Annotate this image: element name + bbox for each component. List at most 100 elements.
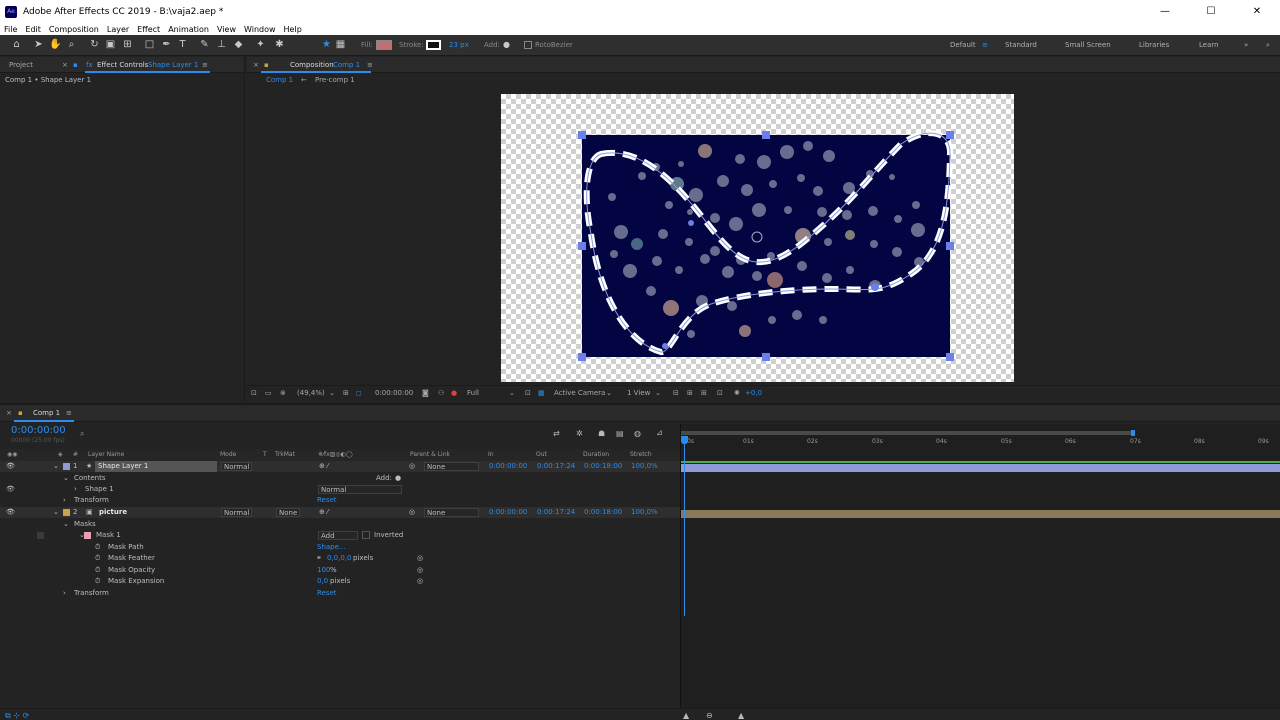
shape1-visibility-icon[interactable]: 👁 xyxy=(6,484,15,495)
expression-pickwhip-icon[interactable]: ◎ xyxy=(417,553,423,564)
layer1-label-color[interactable] xyxy=(63,463,70,470)
work-area-bar[interactable] xyxy=(681,431,1133,435)
parent-pickwhip-icon[interactable]: ◎ xyxy=(409,507,415,518)
view-dropdown-icon[interactable]: ⌄ xyxy=(655,389,661,397)
comp-viewer-canvas[interactable] xyxy=(501,94,1014,382)
grid-icon[interactable]: ⊞ xyxy=(343,389,349,397)
layer1-switches-icon[interactable]: ⊕ ⁄ xyxy=(319,461,328,472)
menu-layer[interactable]: Layer xyxy=(107,25,129,34)
expression-pickwhip-icon[interactable]: ◎ xyxy=(417,576,423,587)
stopwatch-icon[interactable]: ⏱ xyxy=(95,565,100,576)
menu-animation[interactable]: Animation xyxy=(168,25,209,34)
time-graph[interactable]: 0s 01s 02s 03s 04s 05s 06s 07s 08s 09s xyxy=(680,424,1280,720)
hand-tool-icon[interactable]: ✋ xyxy=(49,39,62,51)
shape1-row[interactable]: 👁 › Shape 1 Normal xyxy=(0,484,680,495)
stopwatch-icon[interactable]: ⏱ xyxy=(95,576,100,587)
resolution-dropdown-icon[interactable]: ⌄ xyxy=(509,389,515,397)
col-layer-name[interactable]: Layer Name xyxy=(88,449,124,460)
transform1-reset[interactable]: Reset xyxy=(317,495,337,506)
home-icon[interactable]: ⌂ xyxy=(10,39,23,51)
inverted-checkbox[interactable] xyxy=(362,531,370,539)
subtab-precomp1[interactable]: Pre-comp 1 xyxy=(315,76,355,84)
layer2-in[interactable]: 0:00:00:00 xyxy=(489,507,527,518)
camera-tool-icon[interactable]: ▣ xyxy=(104,39,117,51)
motion-blur-icon[interactable]: ◍ xyxy=(634,429,641,438)
twirl-transform2-icon[interactable]: › xyxy=(63,588,66,599)
monitor-icon[interactable]: ▭ xyxy=(265,389,272,397)
transparency-grid-icon[interactable]: ▦ xyxy=(538,389,545,397)
subtab-comp1[interactable]: Comp 1 xyxy=(266,76,293,84)
zoom-in-icon[interactable]: ▲ xyxy=(738,711,744,720)
close-tab-icon[interactable]: × xyxy=(62,61,68,69)
lock-icon[interactable]: ▪ xyxy=(73,61,78,69)
rectangle-tool-icon[interactable]: □ xyxy=(143,39,156,51)
stopwatch-icon[interactable]: ⏱ xyxy=(95,542,100,553)
video-visibility-icon[interactable]: 👁 xyxy=(6,507,15,518)
fast-previews-icon[interactable]: ⊞ xyxy=(687,389,693,397)
search-help-icon[interactable]: ⌕ xyxy=(1266,41,1270,50)
camera-value[interactable]: Active Camera xyxy=(554,389,605,397)
layer1-duration-bar[interactable] xyxy=(681,464,1280,472)
twirl-transform1-icon[interactable]: › xyxy=(63,495,66,506)
mask1-lock-box[interactable] xyxy=(37,532,44,539)
layer2-out[interactable]: 0:00:17:24 xyxy=(537,507,575,518)
composition-mini-flowchart-icon[interactable]: ⇄ xyxy=(553,429,560,438)
more-workspaces-icon[interactable]: » xyxy=(1244,41,1248,49)
type-tool-icon[interactable]: T xyxy=(176,39,189,51)
layer2-trkmat[interactable]: None xyxy=(276,508,301,517)
menu-view[interactable]: View xyxy=(217,25,236,34)
mask-expansion-row[interactable]: ⏱ Mask Expansion 0,0 pixels ◎ xyxy=(0,576,680,587)
puppet-tool-icon[interactable]: ✱ xyxy=(273,39,286,51)
twirl-layer2-icon[interactable]: ⌄ xyxy=(53,507,59,518)
tab-effect-controls[interactable]: Effect Controls xyxy=(97,61,148,69)
close-icon[interactable]: ✕ xyxy=(1234,0,1280,23)
eraser-tool-icon[interactable]: ◆ xyxy=(232,39,245,51)
toggle-layer-switches-icon[interactable]: ⧉ ⊹ ⟳ xyxy=(5,711,29,720)
mask-path-value[interactable]: Shape... xyxy=(317,542,346,553)
layer1-out[interactable]: 0:00:17:24 xyxy=(537,461,575,472)
shy-icon[interactable]: ☗ xyxy=(598,429,605,438)
zoom-out-icon[interactable]: ▲ xyxy=(683,711,689,720)
menu-effect[interactable]: Effect xyxy=(137,25,160,34)
layer1-transform-row[interactable]: › Transform Reset xyxy=(0,495,680,506)
current-time-indicator[interactable] xyxy=(684,436,685,616)
workspace-learn[interactable]: Learn xyxy=(1199,41,1219,49)
parent-pickwhip-icon[interactable]: ◎ xyxy=(409,461,415,472)
frame-blending-icon[interactable]: ▤ xyxy=(616,429,624,438)
brush-tool-icon[interactable]: ✎ xyxy=(198,39,211,51)
mask1-color-swatch[interactable] xyxy=(84,532,91,539)
zoom-tool-icon[interactable]: ⌕ xyxy=(65,39,78,51)
stopwatch-icon[interactable]: ⏱ xyxy=(95,553,100,564)
rotobezier-checkbox[interactable] xyxy=(524,41,532,49)
fill-swatch[interactable] xyxy=(376,40,392,50)
show-snapshot-icon[interactable]: ⚇ xyxy=(438,389,444,397)
cti-head[interactable] xyxy=(681,436,688,444)
layer1-name[interactable]: Shape Layer 1 xyxy=(95,461,217,472)
time-ruler[interactable]: 0s 01s 02s 03s 04s 05s 06s 07s 08s 09s xyxy=(681,436,1280,449)
search-icon[interactable]: ⌕ xyxy=(80,429,84,439)
timeline-timecode[interactable]: 0:00:00:00 xyxy=(11,425,66,436)
add-content-icon[interactable]: ● xyxy=(395,473,401,484)
roto-brush-tool-icon[interactable]: ✦ xyxy=(254,39,267,51)
mask1-row[interactable]: ⌄ Mask 1 Add Inverted xyxy=(0,530,680,541)
zoom-value[interactable]: (49,4%) xyxy=(297,389,325,397)
layer1-mode[interactable]: Normal xyxy=(221,462,253,471)
clone-stamp-tool-icon[interactable]: ⊥ xyxy=(215,39,228,51)
maximize-icon[interactable]: ☐ xyxy=(1188,0,1234,23)
tab-timeline-comp[interactable]: Comp 1 xyxy=(33,409,60,417)
rotate-tool-icon[interactable]: ↻ xyxy=(88,39,101,51)
mask-expansion-value[interactable]: 0,0 xyxy=(317,576,328,587)
tab-composition[interactable]: Composition xyxy=(290,61,334,69)
layer2-name[interactable]: picture xyxy=(99,507,127,518)
region-of-interest-icon[interactable]: ⊡ xyxy=(525,389,531,397)
workspace-menu-icon[interactable]: ≡ xyxy=(982,41,988,49)
constrain-proportions-icon[interactable]: ⚭ xyxy=(316,553,322,564)
menu-file[interactable]: File xyxy=(4,25,17,34)
graph-editor-icon[interactable]: ⊿ xyxy=(656,428,663,437)
twirl-contents-icon[interactable]: ⌄ xyxy=(63,473,69,484)
transform2-reset[interactable]: Reset xyxy=(317,588,337,599)
layer2-stretch[interactable]: 100,0% xyxy=(631,507,658,518)
mask-feather-row[interactable]: ⏱ Mask Feather ⚭ 0,0,0,0 pixels ◎ xyxy=(0,553,680,564)
timeline-icon[interactable]: ⊞ xyxy=(701,389,707,397)
mask1-label[interactable]: Mask 1 xyxy=(96,530,121,541)
